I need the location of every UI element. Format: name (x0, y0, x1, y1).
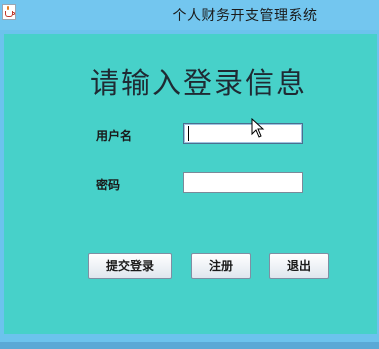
register-button[interactable]: 注册 (191, 253, 251, 279)
window-title: 个人财务开支管理系统 (172, 8, 318, 24)
exit-button[interactable]: 退出 (269, 253, 329, 279)
username-field[interactable] (183, 123, 303, 144)
app-window: 个人财务开支管理系统 请输入登录信息 用户名 密码 提交登录 注册 退出 (0, 0, 379, 349)
password-field[interactable] (183, 172, 303, 193)
text-caret (188, 126, 189, 141)
login-panel: 请输入登录信息 用户名 密码 提交登录 注册 退出 (4, 34, 377, 334)
password-label: 密码 (96, 178, 121, 192)
submit-login-button[interactable]: 提交登录 (88, 253, 172, 279)
username-label: 用户名 (96, 129, 133, 143)
title-bar[interactable]: 个人财务开支管理系统 (0, 0, 379, 30)
mouse-pointer-icon (251, 118, 265, 138)
window-bottom-strip (0, 342, 379, 349)
page-title: 请输入登录信息 (90, 66, 308, 100)
